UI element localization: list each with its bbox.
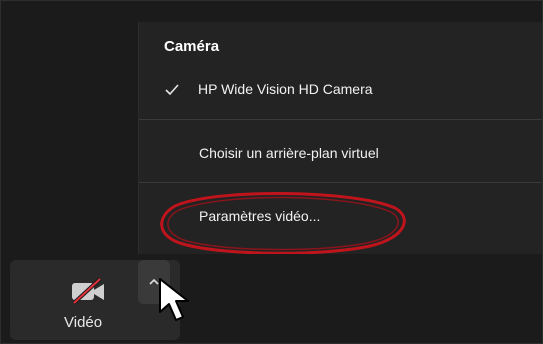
menu-item-camera-device-label: HP Wide Vision HD Camera — [198, 81, 373, 97]
menu-divider — [139, 119, 543, 120]
video-button-label: Vidéo — [64, 314, 103, 331]
menu-heading: Caméra — [164, 38, 220, 55]
video-camera-off-icon — [72, 278, 104, 304]
meeting-toolbar: Vidéo — [0, 254, 543, 344]
menu-item-virtual-background[interactable]: Choisir un arrière-plan virtuel — [139, 138, 543, 168]
checkmark-icon — [165, 84, 179, 96]
menu-item-camera-device[interactable]: HP Wide Vision HD Camera — [139, 74, 543, 104]
menu-divider — [139, 182, 543, 183]
highlight-oval — [160, 192, 406, 255]
menu-item-virtual-background-label: Choisir un arrière-plan virtuel — [199, 145, 379, 161]
mouse-pointer-icon — [159, 278, 189, 321]
